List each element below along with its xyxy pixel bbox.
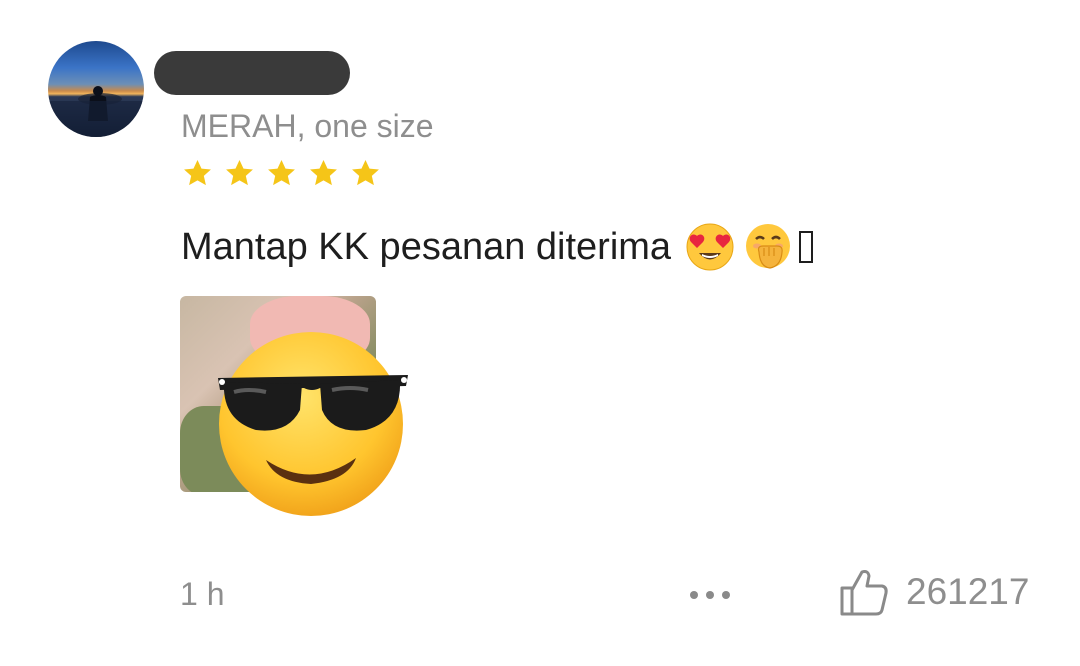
like-button[interactable]: 261217 [838,565,1029,619]
avatar[interactable] [48,41,144,137]
username-redacted [154,51,350,95]
more-options-button[interactable] [680,580,740,610]
star-icon [352,159,379,186]
product-variant: MERAH, one size [181,108,434,144]
thumbs-up-icon [840,570,888,616]
heart-eyes-emoji-icon [686,223,734,271]
review-text: Mantap KK pesanan diterima [181,226,672,268]
review-card: MERAH, one size Mantap KK pesanan diteri… [0,0,1080,666]
review-text-row: Mantap KK pesanan diterima [181,222,814,272]
unrendered-glyph-box [799,231,814,263]
sunglasses-emoji-sticker-icon [218,332,408,516]
face-hand-over-mouth-emoji-icon [746,224,791,269]
star-rating [182,158,381,192]
star-icon [268,159,295,186]
like-count: 261217 [906,571,1030,612]
star-icon [184,159,211,186]
star-icon [226,159,253,186]
more-dots-icon [690,591,698,599]
star-icon [310,159,337,186]
more-dots-icon [706,591,714,599]
more-dots-icon [722,591,730,599]
avatar-silhouette-image [48,86,144,137]
review-time: 1 h [180,576,225,612]
